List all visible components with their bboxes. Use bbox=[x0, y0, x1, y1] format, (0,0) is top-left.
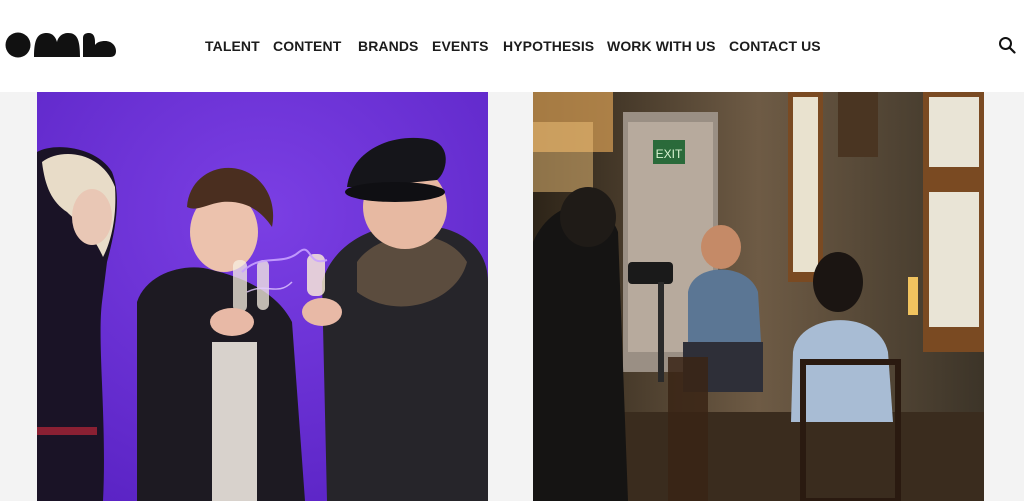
search-icon[interactable] bbox=[998, 36, 1016, 54]
nav-item-contact-us[interactable]: CONTACT US bbox=[729, 38, 821, 54]
nav-item-work-with-us[interactable]: WORK WITH US bbox=[607, 38, 716, 54]
exit-sign-text: EXIT bbox=[656, 147, 683, 161]
nav-item-events[interactable]: EVENTS bbox=[432, 38, 489, 54]
oml-logo[interactable] bbox=[5, 30, 117, 60]
gallery-tile-toast[interactable] bbox=[37, 92, 488, 501]
nav-item-hypothesis[interactable]: HYPOTHESIS bbox=[503, 38, 594, 54]
nav-item-content[interactable]: CONTENT bbox=[273, 38, 341, 54]
nav-item-talent[interactable]: TALENT bbox=[205, 38, 260, 54]
gallery-tile-interview[interactable]: EXIT bbox=[533, 92, 984, 501]
site-header: TALENT CONTENT BRANDS EVENTS HYPOTHESIS … bbox=[0, 0, 1024, 92]
nav-item-brands[interactable]: BRANDS bbox=[358, 38, 419, 54]
interview-photo: EXIT bbox=[533, 92, 984, 501]
toast-photo bbox=[37, 92, 488, 501]
